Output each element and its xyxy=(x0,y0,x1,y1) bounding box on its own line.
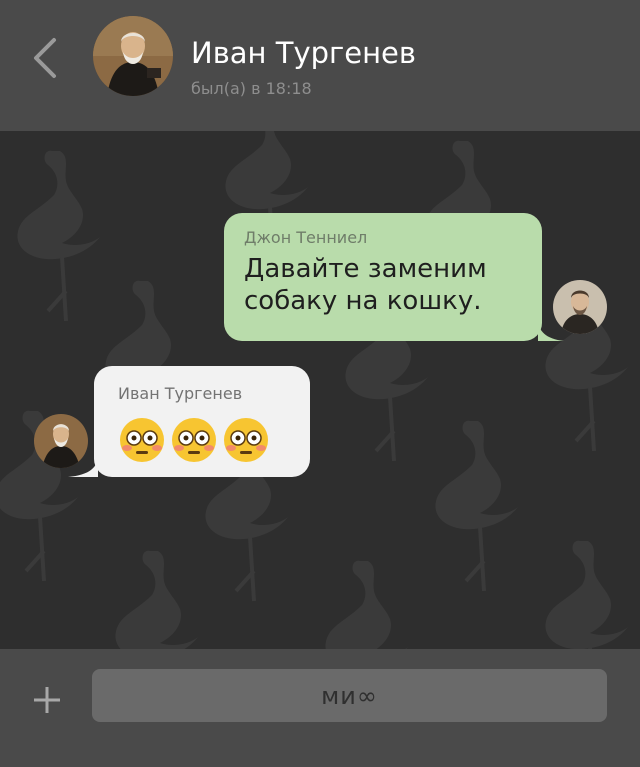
message-sender-name: Джон Тенниел xyxy=(244,228,368,247)
chat-area[interactable]: Джон Тенниел Давайте заменим собаку на к… xyxy=(0,131,640,649)
flushed-face-emoji xyxy=(172,418,216,462)
chevron-left-icon[interactable] xyxy=(26,34,66,82)
emoji-row xyxy=(118,416,274,464)
sender-avatar[interactable] xyxy=(553,280,607,334)
attach-button[interactable] xyxy=(30,683,64,717)
flushed-face-emoji xyxy=(120,418,164,462)
back-button[interactable] xyxy=(26,34,66,82)
contact-avatar[interactable] xyxy=(93,16,173,96)
flushed-face-emoji xyxy=(224,418,268,462)
message-input[interactable] xyxy=(92,669,607,722)
message-text: Давайте заменим собаку на кошку. xyxy=(244,254,487,316)
incoming-message-bubble[interactable]: Иван Тургенев xyxy=(68,366,310,477)
plus-icon[interactable] xyxy=(30,683,64,717)
last-seen-status: был(а) в 18:18 xyxy=(191,79,312,98)
chat-header: Иван Тургенев был(а) в 18:18 xyxy=(0,0,640,131)
message-sender-name: Иван Тургенев xyxy=(118,384,243,403)
contact-avatar-small[interactable] xyxy=(34,414,88,468)
outgoing-message-bubble[interactable]: Джон Тенниел Давайте заменим собаку на к… xyxy=(224,213,564,341)
contact-name: Иван Тургенев xyxy=(191,36,416,70)
